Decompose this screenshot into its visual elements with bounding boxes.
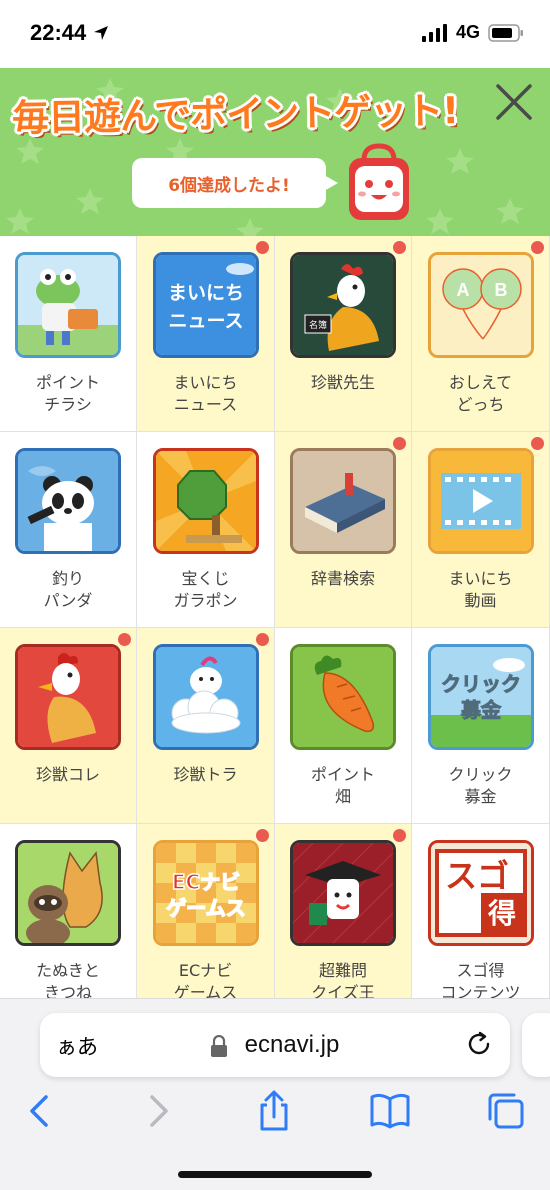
new-badge xyxy=(118,633,131,646)
grid-item-tsuri-panda[interactable]: 釣り パンダ xyxy=(0,432,137,628)
dictionary-icon xyxy=(290,448,396,554)
quiz-king-icon xyxy=(290,840,396,946)
chicken-icon xyxy=(15,644,121,750)
grid-item-label: たぬきと きつね xyxy=(36,961,100,998)
status-bar: 22:44 4G xyxy=(0,0,550,68)
grid-item-tanuki-kitsune[interactable]: たぬきと きつね xyxy=(0,824,137,998)
status-time: 22:44 xyxy=(30,20,110,46)
click-donation-icon: クリック 募金 xyxy=(427,644,534,750)
grid-item-label: ポイント 畑 xyxy=(310,765,375,806)
grid-item-ecnavi-games[interactable]: ECナビ ゲームス ECナビ ゲームス xyxy=(137,824,275,998)
new-badge xyxy=(531,241,544,254)
svg-text:まいにち: まいにち xyxy=(167,282,243,304)
grid-item-point-hatake[interactable]: ポイント 畑 xyxy=(275,628,412,824)
tabs-icon[interactable] xyxy=(484,1089,528,1133)
new-badge xyxy=(531,437,544,450)
new-badge xyxy=(256,241,269,254)
new-badge xyxy=(393,241,406,254)
new-badge xyxy=(256,633,269,646)
location-arrow-icon xyxy=(94,26,109,40)
share-icon[interactable] xyxy=(252,1089,296,1133)
battery-icon xyxy=(488,23,523,42)
network-type: 4G xyxy=(455,22,480,42)
shopping-bag-mascot-icon xyxy=(349,143,409,220)
svg-text:ニュース: ニュース xyxy=(168,310,243,332)
svg-text:ゲームス: ゲームス xyxy=(166,896,245,920)
sugotoku-icon: スゴ 得 xyxy=(427,840,534,946)
grid-item-jisho-kensaku[interactable]: 辞書検索 xyxy=(275,432,412,628)
back-icon[interactable] xyxy=(18,1089,62,1133)
signal-icon xyxy=(421,23,447,42)
browser-toolbar: ぁあ ecnavi.jp xyxy=(0,998,550,1190)
lottery-icon xyxy=(152,448,259,554)
grid-item-label: クリック 募金 xyxy=(448,765,513,806)
panda-icon xyxy=(15,448,121,554)
close-icon[interactable] xyxy=(494,82,534,122)
clock: 22:44 xyxy=(30,20,87,45)
grid-item-point-chirashi[interactable]: ポイント チラシ xyxy=(0,236,137,432)
bookmarks-icon[interactable] xyxy=(368,1089,412,1133)
daily-points-banner: 毎日遊んでポイントゲット! 6個達成したよ! xyxy=(0,68,550,236)
url-domain: ecnavi.jp xyxy=(244,1031,340,1058)
grid-item-label: 珍獣先生 xyxy=(310,373,375,392)
grid-item-quiz-king[interactable]: 超難問 クイズ王 xyxy=(275,824,412,998)
grid-item-click-bokin[interactable]: クリック 募金 クリック 募金 xyxy=(412,628,550,824)
home-indicator[interactable] xyxy=(178,1171,372,1178)
svg-text:ECナビ: ECナビ xyxy=(171,870,239,894)
new-badge xyxy=(256,829,269,842)
grid-item-label: 宝くじ ガラポン xyxy=(173,569,238,610)
grid-item-mainichi-news[interactable]: まいにち ニュース まいにち ニュース xyxy=(137,236,275,432)
achievement-speech-bubble: 6個達成したよ! xyxy=(132,158,338,208)
news-icon: まいにち ニュース xyxy=(152,252,259,358)
svg-text:A: A xyxy=(456,280,469,300)
grid-item-label: 釣り パンダ xyxy=(43,569,93,610)
grid-item-label: おしえて どっち xyxy=(448,373,513,414)
frog-icon xyxy=(15,252,121,358)
grid-item-label: 珍獣コレ xyxy=(35,765,100,784)
new-badge xyxy=(393,437,406,450)
balloons-icon: A B xyxy=(427,252,534,358)
grid-item-chinju-sensei[interactable]: 名簿 珍獣先生 xyxy=(275,236,412,432)
grid-item-label: 珍獣トラ xyxy=(173,765,238,784)
grid-item-label: まいにち 動画 xyxy=(448,569,513,610)
address-bar[interactable]: ぁあ ecnavi.jp xyxy=(40,1013,510,1077)
grid-item-label: ECナビ ゲームス xyxy=(173,961,238,998)
grid-item-chinju-tora[interactable]: 珍獣トラ xyxy=(137,628,275,824)
reload-icon[interactable] xyxy=(464,1029,494,1059)
grid-item-sugotoku[interactable]: スゴ 得 スゴ得 コンテンツ xyxy=(412,824,550,998)
status-indicators: 4G xyxy=(421,22,524,43)
grid-item-oshiete-docchi[interactable]: A B おしえて どっち xyxy=(412,236,550,432)
carrot-icon xyxy=(290,644,396,750)
svg-text:クリック: クリック xyxy=(441,672,521,696)
forward-icon[interactable] xyxy=(136,1089,180,1133)
grid-item-label: まいにち ニュース xyxy=(173,373,238,414)
svg-text:募金: 募金 xyxy=(460,698,502,722)
next-tab-preview[interactable] xyxy=(522,1013,550,1077)
rooster-teacher-icon: 名簿 xyxy=(290,252,396,358)
tanuki-fox-icon xyxy=(15,840,121,946)
grid-item-takarakuji-garapon[interactable]: 宝くじ ガラポン xyxy=(137,432,275,628)
cloud-creature-icon xyxy=(152,644,259,750)
grid-item-chinju-kore[interactable]: 珍獣コレ xyxy=(0,628,137,824)
svg-text:スゴ: スゴ xyxy=(444,857,508,895)
banner-title: 毎日遊んでポイントゲット! xyxy=(11,89,459,140)
new-badge xyxy=(393,829,406,842)
ecnavi-games-icon: ECナビ ゲームス xyxy=(152,840,259,946)
grid-item-label: ポイント チラシ xyxy=(35,373,100,414)
video-icon xyxy=(427,448,534,554)
svg-text:得: 得 xyxy=(486,897,515,930)
grid-item-label: 超難問 クイズ王 xyxy=(311,961,375,998)
grid-item-mainichi-douga[interactable]: まいにち 動画 xyxy=(412,432,550,628)
grid-item-label: 辞書検索 xyxy=(310,569,375,588)
grid-item-label: スゴ得 コンテンツ xyxy=(440,961,521,998)
svg-text:B: B xyxy=(494,280,507,300)
content-grid: ポイント チラシ まいにち ニュース まいにち ニュース 名簿 珍獣先生 A B… xyxy=(0,236,550,998)
svg-text:名簿: 名簿 xyxy=(309,319,327,331)
